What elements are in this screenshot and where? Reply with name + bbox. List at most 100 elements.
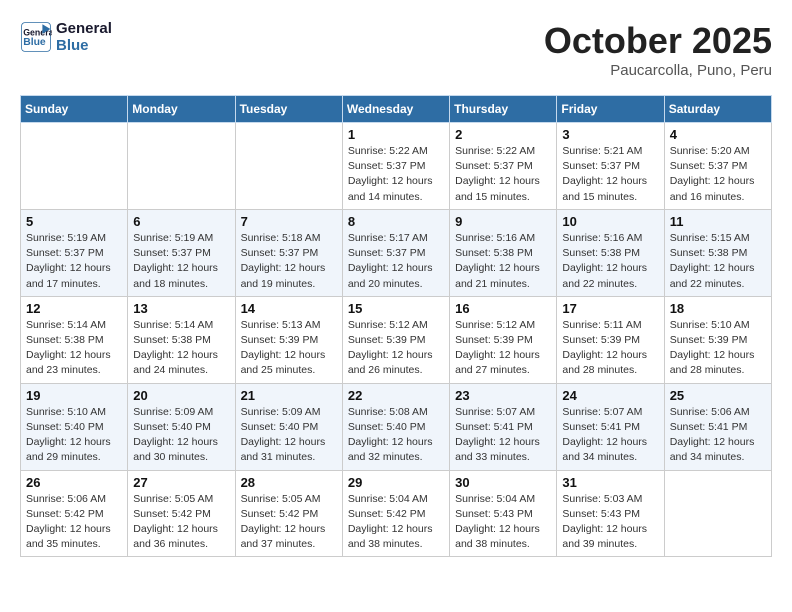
day-info: Sunrise: 5:16 AM Sunset: 5:38 PM Dayligh… [562,231,658,292]
calendar-cell: 2 Sunrise: 5:22 AM Sunset: 5:37 PM Daylig… [450,123,557,210]
logo-icon: General Blue [20,21,52,53]
calendar-cell: 7 Sunrise: 5:18 AM Sunset: 5:37 PM Daylig… [235,209,342,296]
day-header-thursday: Thursday [450,96,557,123]
calendar-cell [21,123,128,210]
day-number: 4 [670,127,766,142]
day-info: Sunrise: 5:12 AM Sunset: 5:39 PM Dayligh… [348,318,444,379]
logo: General Blue General Blue [20,20,112,54]
day-number: 10 [562,214,658,229]
day-header-sunday: Sunday [21,96,128,123]
calendar-cell: 5 Sunrise: 5:19 AM Sunset: 5:37 PM Daylig… [21,209,128,296]
calendar-cell: 26 Sunrise: 5:06 AM Sunset: 5:42 PM Dayli… [21,470,128,557]
day-number: 16 [455,301,551,316]
day-info: Sunrise: 5:04 AM Sunset: 5:43 PM Dayligh… [455,492,551,553]
day-header-tuesday: Tuesday [235,96,342,123]
day-info: Sunrise: 5:06 AM Sunset: 5:42 PM Dayligh… [26,492,122,553]
calendar-cell: 1 Sunrise: 5:22 AM Sunset: 5:37 PM Daylig… [342,123,449,210]
day-info: Sunrise: 5:18 AM Sunset: 5:37 PM Dayligh… [241,231,337,292]
calendar-table: SundayMondayTuesdayWednesdayThursdayFrid… [20,95,772,557]
day-info: Sunrise: 5:14 AM Sunset: 5:38 PM Dayligh… [26,318,122,379]
calendar-cell: 17Sunrise: 5:11 AM Sunset: 5:39 PM Dayli… [557,296,664,383]
calendar-cell [235,123,342,210]
day-number: 12 [26,301,122,316]
day-header-monday: Monday [128,96,235,123]
day-number: 1 [348,127,444,142]
day-info: Sunrise: 5:08 AM Sunset: 5:40 PM Dayligh… [348,405,444,466]
day-info: Sunrise: 5:17 AM Sunset: 5:37 PM Dayligh… [348,231,444,292]
day-info: Sunrise: 5:09 AM Sunset: 5:40 PM Dayligh… [241,405,337,466]
day-number: 3 [562,127,658,142]
day-number: 22 [348,388,444,403]
calendar-cell: 12 Sunrise: 5:14 AM Sunset: 5:38 PM Dayli… [21,296,128,383]
day-number: 6 [133,214,229,229]
day-number: 24 [562,388,658,403]
calendar-cell [128,123,235,210]
logo-text-general: General [56,20,112,37]
calendar-cell: 22 Sunrise: 5:08 AM Sunset: 5:40 PM Dayli… [342,383,449,470]
calendar-cell: 30 Sunrise: 5:04 AM Sunset: 5:43 PM Dayli… [450,470,557,557]
logo-text-blue: Blue [56,37,112,54]
calendar-cell: 20 Sunrise: 5:09 AM Sunset: 5:40 PM Dayli… [128,383,235,470]
calendar-cell: 13 Sunrise: 5:14 AM Sunset: 5:38 PM Dayli… [128,296,235,383]
calendar-cell: 4 Sunrise: 5:20 AM Sunset: 5:37 PM Daylig… [664,123,771,210]
day-info: Sunrise: 5:05 AM Sunset: 5:42 PM Dayligh… [241,492,337,553]
day-number: 11 [670,214,766,229]
day-info: Sunrise: 5:07 AM Sunset: 5:41 PM Dayligh… [562,405,658,466]
day-number: 21 [241,388,337,403]
day-number: 27 [133,475,229,490]
calendar-cell: 8 Sunrise: 5:17 AM Sunset: 5:37 PM Daylig… [342,209,449,296]
day-info: Sunrise: 5:03 AM Sunset: 5:43 PM Dayligh… [562,492,658,553]
day-info: Sunrise: 5:09 AM Sunset: 5:40 PM Dayligh… [133,405,229,466]
day-number: 15 [348,301,444,316]
day-number: 30 [455,475,551,490]
day-number: 9 [455,214,551,229]
calendar-week-row: 1 Sunrise: 5:22 AM Sunset: 5:37 PM Daylig… [21,123,772,210]
day-info: Sunrise: 5:14 AM Sunset: 5:38 PM Dayligh… [133,318,229,379]
day-info: Sunrise: 5:11 AM Sunset: 5:39 PM Dayligh… [562,318,658,379]
calendar-cell: 31Sunrise: 5:03 AM Sunset: 5:43 PM Dayli… [557,470,664,557]
calendar-cell: 15 Sunrise: 5:12 AM Sunset: 5:39 PM Dayli… [342,296,449,383]
day-number: 5 [26,214,122,229]
page-header: General Blue General Blue October 2025 P… [20,20,772,79]
day-info: Sunrise: 5:10 AM Sunset: 5:39 PM Dayligh… [670,318,766,379]
calendar-cell: 28 Sunrise: 5:05 AM Sunset: 5:42 PM Dayli… [235,470,342,557]
calendar-cell: 18 Sunrise: 5:10 AM Sunset: 5:39 PM Dayli… [664,296,771,383]
day-number: 25 [670,388,766,403]
day-info: Sunrise: 5:20 AM Sunset: 5:37 PM Dayligh… [670,144,766,205]
day-number: 14 [241,301,337,316]
day-info: Sunrise: 5:22 AM Sunset: 5:37 PM Dayligh… [348,144,444,205]
day-number: 13 [133,301,229,316]
svg-text:Blue: Blue [23,37,46,48]
day-number: 2 [455,127,551,142]
calendar-cell [664,470,771,557]
calendar-cell: 3 Sunrise: 5:21 AM Sunset: 5:37 PM Daylig… [557,123,664,210]
day-number: 20 [133,388,229,403]
day-number: 8 [348,214,444,229]
day-info: Sunrise: 5:06 AM Sunset: 5:41 PM Dayligh… [670,405,766,466]
calendar-week-row: 12 Sunrise: 5:14 AM Sunset: 5:38 PM Dayli… [21,296,772,383]
location-subtitle: Paucarcolla, Puno, Peru [544,62,772,79]
day-info: Sunrise: 5:22 AM Sunset: 5:37 PM Dayligh… [455,144,551,205]
day-number: 26 [26,475,122,490]
day-info: Sunrise: 5:15 AM Sunset: 5:38 PM Dayligh… [670,231,766,292]
calendar-cell: 24 Sunrise: 5:07 AM Sunset: 5:41 PM Dayli… [557,383,664,470]
calendar-cell: 11 Sunrise: 5:15 AM Sunset: 5:38 PM Dayli… [664,209,771,296]
day-number: 7 [241,214,337,229]
day-info: Sunrise: 5:10 AM Sunset: 5:40 PM Dayligh… [26,405,122,466]
calendar-cell: 19Sunrise: 5:10 AM Sunset: 5:40 PM Dayli… [21,383,128,470]
calendar-cell: 27 Sunrise: 5:05 AM Sunset: 5:42 PM Dayli… [128,470,235,557]
calendar-cell: 9 Sunrise: 5:16 AM Sunset: 5:38 PM Daylig… [450,209,557,296]
day-info: Sunrise: 5:16 AM Sunset: 5:38 PM Dayligh… [455,231,551,292]
day-info: Sunrise: 5:19 AM Sunset: 5:37 PM Dayligh… [26,231,122,292]
day-header-wednesday: Wednesday [342,96,449,123]
month-title: October 2025 [544,20,772,62]
day-info: Sunrise: 5:21 AM Sunset: 5:37 PM Dayligh… [562,144,658,205]
day-info: Sunrise: 5:05 AM Sunset: 5:42 PM Dayligh… [133,492,229,553]
day-number: 28 [241,475,337,490]
calendar-week-row: 19Sunrise: 5:10 AM Sunset: 5:40 PM Dayli… [21,383,772,470]
title-block: October 2025 Paucarcolla, Puno, Peru [544,20,772,79]
day-number: 18 [670,301,766,316]
calendar-cell: 23Sunrise: 5:07 AM Sunset: 5:41 PM Dayli… [450,383,557,470]
calendar-week-row: 5 Sunrise: 5:19 AM Sunset: 5:37 PM Daylig… [21,209,772,296]
day-header-saturday: Saturday [664,96,771,123]
